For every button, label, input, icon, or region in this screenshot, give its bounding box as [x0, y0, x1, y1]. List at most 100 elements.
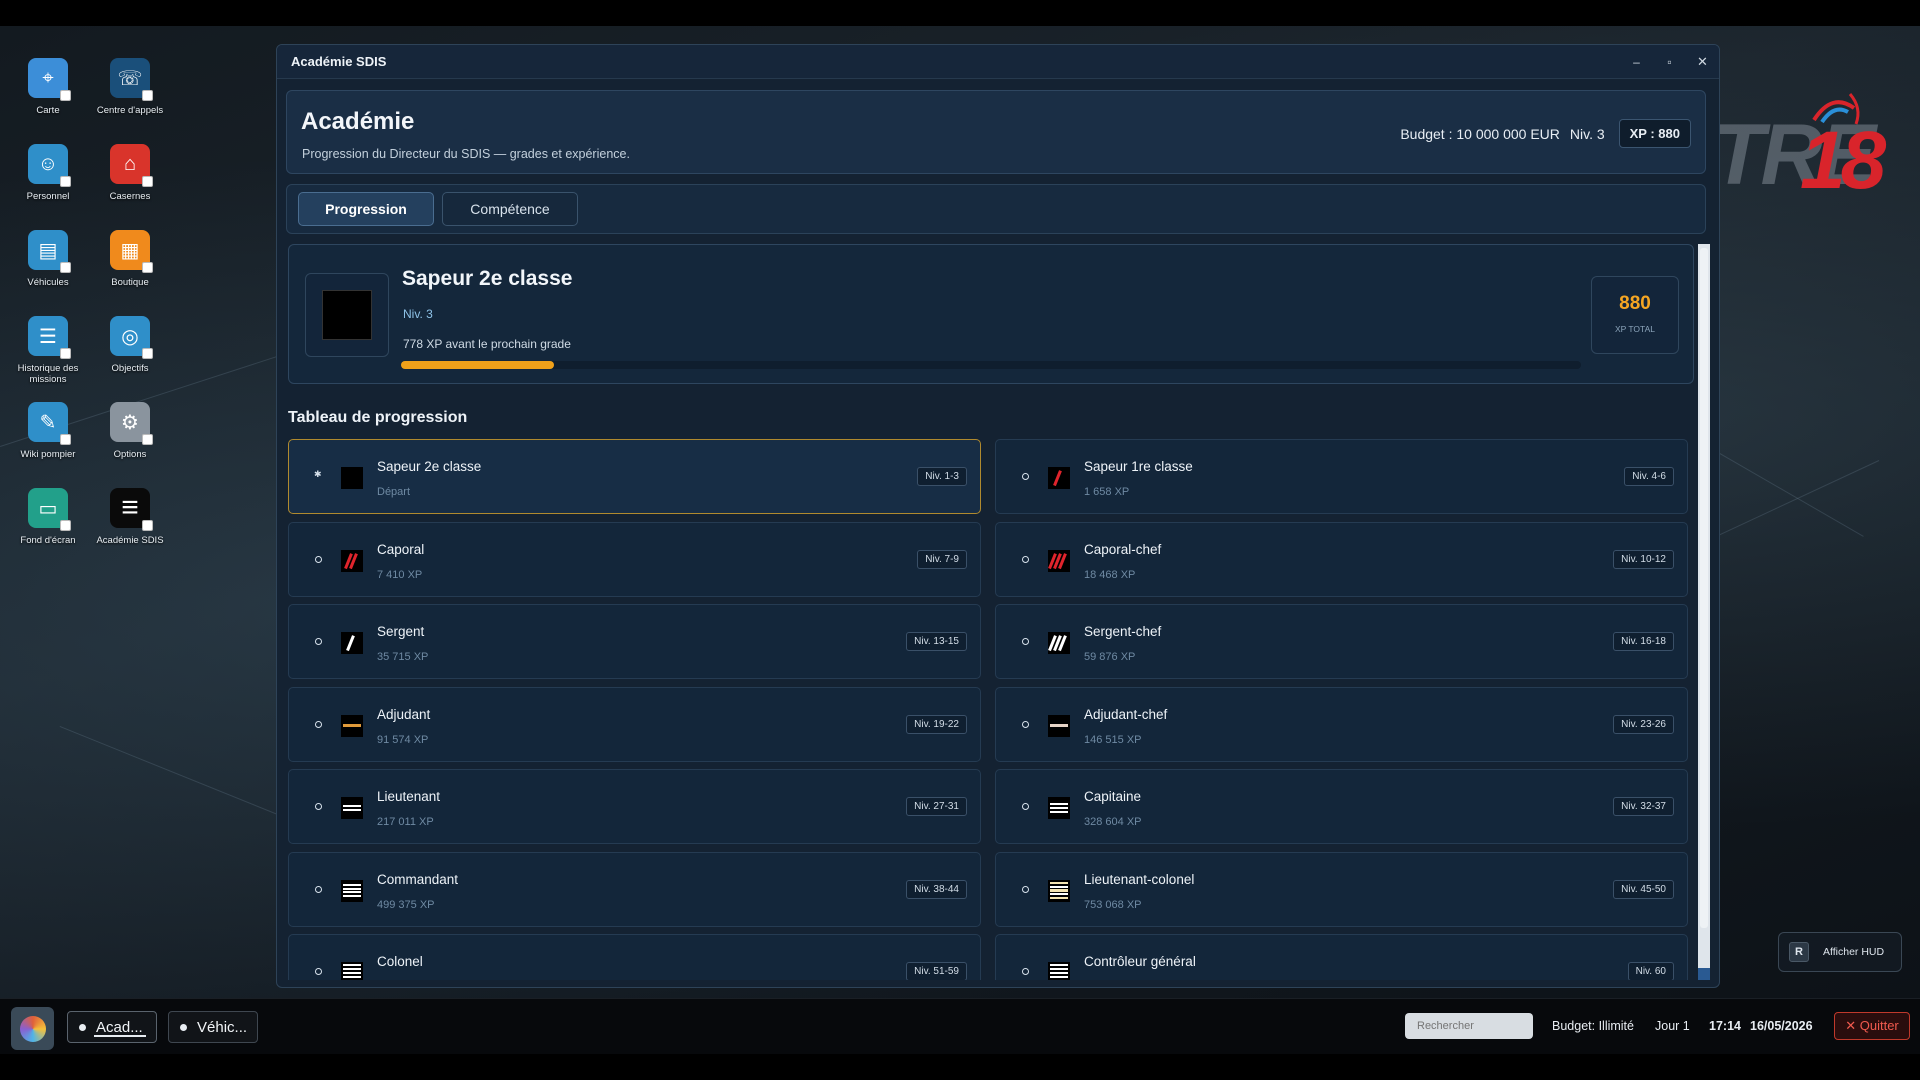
grade-name: Adjudant-chef	[1084, 706, 1168, 722]
show-hud-button[interactable]: R Afficher HUD	[1778, 932, 1902, 972]
emblem-stripe	[1053, 470, 1062, 486]
centre18-logo: TRE 18	[1712, 84, 1886, 224]
grade-xp: Départ	[377, 486, 411, 498]
grade-level-badge: Niv. 38-44	[906, 879, 967, 899]
desktop-icon-wiki[interactable]: ✎ Wiki pompier	[7, 402, 89, 460]
xp-progress-bar	[401, 361, 1581, 369]
desktop-icon-label: Fond d'écran	[20, 535, 76, 546]
window-titlebar[interactable]: Académie SDIS – ▫ ✕	[277, 45, 1719, 79]
desktop-icon-label: Boutique	[111, 277, 149, 288]
vehicles-icon: ▤	[28, 230, 71, 273]
rank-insignia-icon	[1048, 962, 1070, 980]
start-button[interactable]	[11, 1007, 54, 1050]
grade-row[interactable]: Commandant 499 375 XP Niv. 38-44	[288, 851, 981, 927]
emblem-stripe	[343, 805, 361, 808]
grade-xp: 753 068 XP	[1084, 898, 1142, 911]
emblem-stripe	[1050, 964, 1068, 967]
grade-level-badge: Niv. 60	[1627, 962, 1674, 980]
desktop-icon-objectives[interactable]: ◎ Objectifs	[89, 316, 171, 374]
grade-name: Sergent-chef	[1084, 624, 1162, 639]
maximize-button[interactable]: ▫	[1653, 45, 1686, 78]
grade-level-badge: Niv. 16-18	[1613, 632, 1674, 651]
emblem-stripe	[343, 975, 361, 978]
grade-xp: 146 515 XP	[1084, 733, 1142, 746]
desktop-icon-fire-station[interactable]: ⌂ Casernes	[89, 144, 171, 202]
desktop-icon-academy[interactable]: ≡ Académie SDIS	[89, 488, 171, 546]
grade-row[interactable]: Adjudant-chef 146 515 XP Niv. 23-26	[995, 686, 1688, 762]
desktop-icon-label: Historique des missions	[17, 363, 79, 385]
desktop-icon-mission-history[interactable]: ☰ Historique des missions	[7, 316, 89, 385]
scrollbar-end	[1698, 968, 1710, 980]
grade-xp: 1 658 XP	[1084, 486, 1130, 498]
grade-name: Caporal	[377, 541, 425, 557]
grade-name: Capitaine	[1084, 789, 1142, 804]
task-vehicles[interactable]: Véhic...	[168, 1011, 258, 1043]
rank-insignia-icon	[1048, 714, 1070, 737]
grade-row[interactable]: Lieutenant 217 011 XP Niv. 27-31	[288, 769, 981, 844]
grade-row[interactable]: Lieutenant-colonel 753 068 XP Niv. 45-50	[995, 851, 1688, 927]
grade-level-badge: Niv. 1-3	[917, 467, 967, 486]
grade-level-badge: Niv. 4-6	[1624, 467, 1674, 486]
grade-row[interactable]: Sergent-chef 59 876 XP Niv. 16-18	[995, 604, 1688, 679]
rank-insignia-icon	[341, 962, 363, 980]
status-dot-icon	[1022, 968, 1029, 975]
desktop-icon-map[interactable]: ⌖ Carte	[7, 58, 89, 116]
window-title: Académie SDIS	[291, 54, 387, 69]
emblem-stripe	[1050, 806, 1068, 810]
emblem-stripe	[343, 971, 361, 975]
status-dot-icon	[315, 720, 322, 728]
grade-level-badge: Niv. 23-26	[1613, 714, 1674, 734]
quit-button[interactable]: ✕ Quitter	[1834, 1012, 1910, 1040]
grade-name: Lieutenant-colonel	[1084, 871, 1195, 887]
grade-row[interactable]: Sergent 35 715 XP Niv. 13-15	[288, 604, 981, 679]
desktop-icon-label: Véhicules	[27, 277, 69, 288]
taskbar-day: Jour 1	[1655, 1019, 1690, 1033]
grade-xp: 7 410 XP	[377, 568, 423, 581]
close-button[interactable]: ✕	[1686, 45, 1719, 78]
progression-panel[interactable]: Sapeur 2e classe Niv. 3 778 XP avant le …	[286, 244, 1710, 980]
signal-waves-icon	[1812, 93, 1860, 125]
map-icon: ⌖	[28, 58, 71, 101]
desktop-icon-call-center[interactable]: ☏ Centre d'appels	[89, 58, 171, 116]
desktop-icon-vehicles[interactable]: ▤ Véhicules	[7, 230, 89, 288]
shortcut-badge-icon	[60, 520, 71, 531]
grade-row[interactable]: Caporal-chef 18 468 XP Niv. 10-12	[995, 521, 1688, 597]
grade-row[interactable]: Contrôleur général Niv. 60	[995, 934, 1688, 980]
status-dot-icon	[315, 555, 322, 563]
desktop-icon-personnel[interactable]: ☺ Personnel	[7, 144, 89, 202]
grade-row[interactable]: Sapeur 2e classe Départ Niv. 1-3	[288, 439, 981, 514]
tab-competence[interactable]: Compétence	[442, 192, 578, 226]
search-input[interactable]	[1405, 1013, 1533, 1039]
shortcut-badge-icon	[142, 520, 153, 531]
tab-bar: Progression Compétence	[286, 184, 1706, 234]
emblem-stripe	[343, 887, 361, 890]
grade-xp: 328 604 XP	[1084, 816, 1142, 828]
scrollbar-thumb[interactable]	[1700, 248, 1708, 928]
emblem-stripe	[346, 635, 355, 651]
shortcut-badge-icon	[60, 434, 71, 445]
emblem-stripe	[343, 891, 361, 894]
emblem-stripe	[343, 968, 361, 971]
grade-name: Caporal-chef	[1084, 541, 1162, 557]
desktop-icon-label: Wiki pompier	[20, 449, 76, 460]
emblem-stripe	[1050, 971, 1068, 975]
grade-xp: 91 574 XP	[377, 733, 429, 746]
grade-row[interactable]: Colonel Niv. 51-59	[288, 934, 981, 980]
desktop-icon-wallpaper[interactable]: ▭ Fond d'écran	[7, 488, 89, 546]
grade-row[interactable]: Caporal 7 410 XP Niv. 7-9	[288, 521, 981, 597]
grade-row[interactable]: Sapeur 1re classe 1 658 XP Niv. 4-6	[995, 439, 1688, 514]
desktop-icon-shop[interactable]: ▦ Boutique	[89, 230, 171, 288]
emblem-stripe	[1050, 881, 1068, 884]
tab-progression[interactable]: Progression	[298, 192, 434, 226]
scrollbar[interactable]	[1698, 244, 1710, 980]
rank-insignia-icon	[341, 879, 363, 902]
desktop-icon-gear[interactable]: ⚙ Options	[89, 402, 171, 460]
minimize-button[interactable]: –	[1620, 45, 1653, 78]
grade-row[interactable]: Adjudant 91 574 XP Niv. 19-22	[288, 686, 981, 762]
progression-table-title: Tableau de progression	[288, 409, 468, 426]
grade-level-badge: Niv. 32-37	[1613, 797, 1674, 816]
task-academy[interactable]: Acad...	[67, 1011, 157, 1043]
rank-insignia-icon	[1048, 797, 1070, 819]
grade-row[interactable]: Capitaine 328 604 XP Niv. 32-37	[995, 769, 1688, 844]
rank-insignia-icon	[341, 632, 363, 654]
